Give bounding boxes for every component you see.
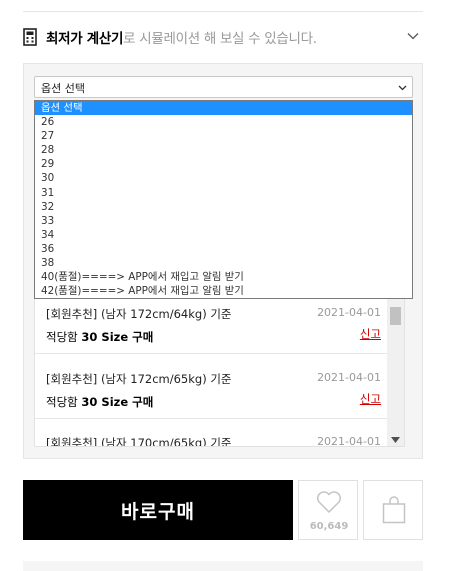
review-date: 2021-04-01 <box>317 306 381 319</box>
dropdown-option[interactable]: 42(품절)====> APP에서 재입고 알림 받기 <box>35 284 412 298</box>
heart-icon <box>317 491 341 513</box>
scroll-down-arrow-icon[interactable] <box>391 437 400 443</box>
dropdown-option[interactable]: 40(품절)====> APP에서 재입고 알림 받기 <box>35 270 412 284</box>
divider <box>23 11 423 12</box>
review-item: [회원추천] (남자 172cm/64kg) 기준 2021-04-01 적당함… <box>46 306 381 345</box>
dropdown-option[interactable]: 29 <box>35 157 412 171</box>
next-section-strip <box>23 561 423 571</box>
dropdown-option[interactable]: 32 <box>35 200 412 214</box>
like-count: 60,649 <box>309 521 349 532</box>
dropdown-option[interactable]: 30 <box>35 171 412 185</box>
option-dropdown-list[interactable]: 옵션 선택 26 27 28 29 30 31 32 33 34 36 38 40(품절)====> A… <box>34 100 413 299</box>
buy-now-button[interactable]: 바로구매 <box>23 480 293 540</box>
review-list: [회원추천] (남자 172cm/64kg) 기준 2021-04-01 적당함… <box>34 298 405 447</box>
dropdown-option[interactable]: 옵션 선택 <box>35 101 412 116</box>
chevron-down-icon <box>398 85 407 91</box>
report-link[interactable]: 신고 <box>360 326 381 342</box>
chevron-down-icon[interactable] <box>407 30 419 42</box>
review-date: 2021-04-01 <box>317 435 381 447</box>
price-calculator-label: 최저가 계산기로 시뮬레이션 해 보실 수 있습니다. <box>46 31 317 47</box>
product-purchase-panel: 최저가 계산기로 시뮬레이션 해 보실 수 있습니다. 옵션 선택 옵션 선택 2… <box>0 0 450 571</box>
review-date: 2021-04-01 <box>317 371 381 384</box>
scrollbar-thumb[interactable] <box>390 307 401 325</box>
dropdown-option[interactable]: 36 <box>35 242 412 256</box>
review-scrollbar[interactable] <box>387 298 404 446</box>
report-link[interactable]: 신고 <box>360 391 381 407</box>
dropdown-option[interactable]: 27 <box>35 129 412 143</box>
dropdown-option[interactable]: 38 <box>35 256 412 270</box>
review-item: [회원추천] (남자 170cm/65kg) 기준 2021-04-01 <box>46 435 381 447</box>
dropdown-option[interactable]: 26 <box>35 115 412 129</box>
price-calculator-toggle[interactable]: 최저가 계산기로 시뮬레이션 해 보실 수 있습니다. <box>23 24 423 50</box>
option-select-value: 옵션 선택 <box>41 82 85 95</box>
like-button[interactable]: 60,649 <box>298 480 358 540</box>
dropdown-option[interactable]: 33 <box>35 214 412 228</box>
divider <box>35 353 388 354</box>
review-fit: 적당함 30 Size 구매 <box>46 330 154 344</box>
dropdown-option[interactable]: 28 <box>35 143 412 157</box>
review-fit: 적당함 30 Size 구매 <box>46 395 154 409</box>
dropdown-option[interactable]: 34 <box>35 228 412 242</box>
option-select[interactable]: 옵션 선택 <box>34 76 413 98</box>
divider <box>35 418 388 419</box>
dropdown-option[interactable]: 31 <box>35 186 412 200</box>
add-to-cart-button[interactable] <box>363 480 423 540</box>
shopping-bag-icon <box>382 496 406 524</box>
review-item: [회원추천] (남자 172cm/65kg) 기준 2021-04-01 적당함… <box>46 371 381 410</box>
calculator-icon <box>23 28 37 46</box>
